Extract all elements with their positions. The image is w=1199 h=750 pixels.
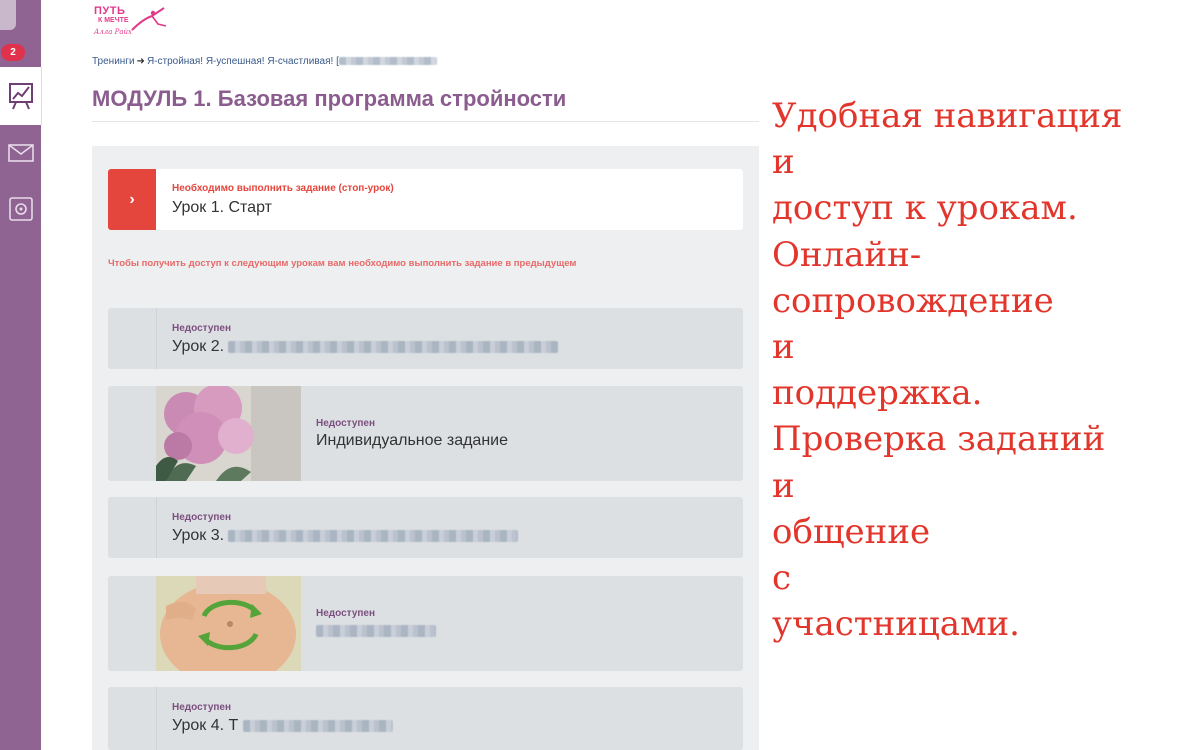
lesson-title: Урок 3. [172,527,519,545]
lesson-title: Урок 2. [172,338,559,356]
logo-text-2: К МЕЧТЕ [98,17,129,24]
lesson-current[interactable]: › Необходимо выполнить задание (стоп-уро… [108,169,743,230]
lesson-status: Недоступен [172,512,232,523]
lesson-marker [108,576,157,671]
belly-thumbnail [156,576,301,671]
title-divider [92,121,759,122]
promo-line: поддержка. [772,373,983,414]
lesson-status: Недоступен [316,608,376,619]
hydrangea-thumbnail [156,386,301,481]
promo-line: доступ к урокам. [772,188,1078,229]
lesson-title-text: Урок 3. [172,527,225,544]
promo-line: Удобная навигация [772,96,1123,136]
promo-text: Удобная навигация и доступ к урокам. Онл… [772,93,1192,647]
breadcrumb-arrow: ➜ [136,56,145,67]
lesson-item[interactable]: Недоступен Индивидуальное задание [108,386,743,481]
lesson-title: Индивидуальное задание [316,432,508,449]
rail-item-messages[interactable] [0,124,41,182]
left-rail: 2 [0,0,42,750]
logo-text-1: ПУТЬ [94,5,126,17]
lesson-title-text: Урок 2. [172,338,225,355]
lesson-title [316,622,436,640]
lesson-status: Недоступен [316,418,376,429]
blurred-text [228,340,559,353]
lesson-title-text: Урок 4. Т [172,717,239,734]
lesson-title: Урок 4. Т [172,717,393,735]
lesson-marker [108,687,157,750]
avatar[interactable] [0,0,16,30]
lesson-marker [108,308,157,369]
promo-line: и [772,327,795,368]
breadcrumb-course[interactable]: Я-стройная! Я-успешная! Я-счастливая! [147,56,333,67]
promo-line: сопровождение [772,280,1054,321]
promo-line: общение [772,511,931,552]
dancer-icon [131,7,167,31]
blurred-text [228,529,519,542]
lesson-item[interactable]: Недоступен [108,576,743,671]
envelope-icon [7,144,34,162]
notification-badge[interactable]: 2 [1,44,25,61]
brand-logo[interactable]: ПУТЬ К МЕЧТЕ Алла Райх [92,2,170,40]
lesson-item[interactable]: Недоступен Урок 3. [108,497,743,558]
lesson-status: Недоступен [172,323,232,334]
lesson-item[interactable]: Недоступен Урок 2. [108,308,743,369]
logo-text-3: Алла Райх [94,28,132,36]
lesson-status: Недоступен [172,702,232,713]
blurred-text [316,624,436,637]
breadcrumb: Тренинги ➜ Я-стройная! Я-успешная! Я-счаст… [92,56,437,67]
blurred-text [338,57,437,66]
blurred-text [242,719,393,732]
safe-icon [8,197,33,221]
promo-line: Проверка заданий [772,419,1106,460]
lesson-current-marker[interactable]: › [108,169,156,230]
rail-item-safe[interactable] [0,180,41,238]
promo-line: и [772,465,795,506]
chart-board-icon [8,83,33,110]
promo-line: участницами. [772,604,1020,645]
promo-line: с [772,558,792,599]
lesson-item[interactable]: Недоступен Урок 4. Т [108,687,743,750]
lesson-marker [108,497,157,558]
promo-line: Онлайн- [772,234,922,275]
rail-item-trainings[interactable] [0,67,42,125]
lesson-status: Необходимо выполнить задание (стоп-урок) [172,183,394,194]
lesson-marker [108,386,157,481]
page-title: МОДУЛЬ 1. Базовая программа стройности [92,86,567,111]
chevron-right-icon: › [129,190,135,208]
breadcrumb-root[interactable]: Тренинги [92,56,135,67]
lesson-title: Урок 1. Старт [172,199,272,216]
access-notice: Чтобы получить доступ к следующим урокам… [108,258,577,269]
lessons-panel: › Необходимо выполнить задание (стоп-уро… [92,146,759,750]
promo-line: и [772,142,795,183]
